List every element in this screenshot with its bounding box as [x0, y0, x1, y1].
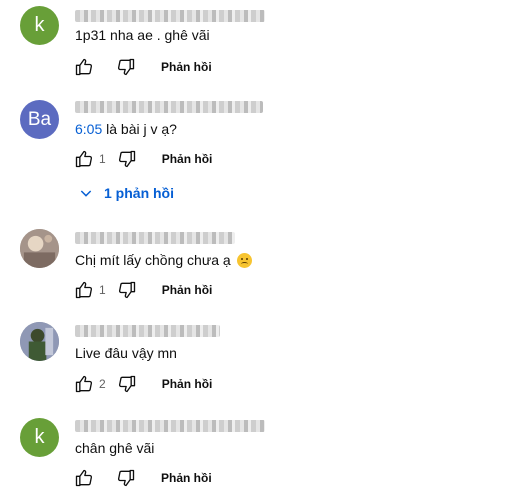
replies-count-label: 1 phản hồi [104, 185, 174, 201]
author-name-redacted[interactable] [75, 10, 265, 22]
comment-text: 1p31 nha ae . ghê vãi [75, 27, 210, 43]
comment-text: chân ghê vãi [75, 440, 155, 456]
like-count: 2 [99, 377, 106, 391]
chevron-down-icon [80, 190, 92, 197]
comment-text: Live đâu vậy mn [75, 345, 177, 361]
comment-text-body: Chị mít lấy chồng chưa ạ [75, 252, 231, 268]
reply-button[interactable]: Phản hồi [162, 152, 213, 166]
comments-section: k 1p31 nha ae . ghê vãi Phản hồi Ba 6:05… [0, 0, 531, 501]
avatar-letter: k [34, 14, 45, 36]
comment-text-body: là bài j v ạ? [102, 121, 177, 137]
reply-button[interactable]: Phản hồi [161, 60, 212, 74]
comment-actions: 2 Phản hồi [73, 373, 212, 395]
thumbs-down-icon[interactable] [116, 148, 138, 170]
thumbs-up-icon[interactable] [73, 148, 95, 170]
thumbs-down-icon[interactable] [116, 279, 138, 301]
thumbs-down-icon[interactable] [115, 56, 137, 78]
avatar-letter: k [34, 426, 45, 448]
author-name-redacted[interactable] [75, 232, 235, 244]
comment-actions: 1 Phản hồi [73, 148, 212, 170]
avatar[interactable]: k [20, 418, 59, 457]
comment-text: 6:05 là bài j v ạ? [75, 120, 177, 138]
comment-actions: Phản hồi [73, 56, 212, 78]
reply-button[interactable]: Phản hồi [162, 283, 213, 297]
avatar[interactable]: Ba [20, 100, 59, 139]
author-name-redacted[interactable] [75, 420, 265, 432]
comment-actions: Phản hồi [73, 467, 212, 489]
like-count: 1 [99, 283, 106, 297]
avatar[interactable] [20, 229, 59, 268]
like-count: 1 [99, 152, 106, 166]
avatar-photo-icon [20, 229, 59, 268]
author-name-redacted[interactable] [75, 101, 263, 113]
thumbs-up-icon[interactable] [73, 56, 95, 78]
view-replies-button[interactable]: 1 phản hồi [78, 185, 174, 201]
thumbs-down-icon[interactable] [116, 373, 138, 395]
thumbs-down-icon[interactable] [115, 467, 137, 489]
thumbs-up-icon[interactable] [73, 467, 95, 489]
timestamp-link[interactable]: 6:05 [75, 121, 102, 137]
worried-face-emoji [236, 253, 252, 268]
reply-button[interactable]: Phản hồi [161, 471, 212, 485]
avatar-photo-icon [20, 322, 59, 361]
thumbs-up-icon[interactable] [73, 279, 95, 301]
thumbs-up-icon[interactable] [73, 373, 95, 395]
avatar[interactable]: k [20, 6, 59, 45]
avatar[interactable] [20, 322, 59, 361]
author-name-redacted[interactable] [75, 325, 220, 337]
comment-text: Chị mít lấy chồng chưa ạ [75, 251, 252, 269]
reply-button[interactable]: Phản hồi [162, 377, 213, 391]
avatar-letter: Ba [27, 108, 52, 130]
comment-actions: 1 Phản hồi [73, 279, 212, 301]
